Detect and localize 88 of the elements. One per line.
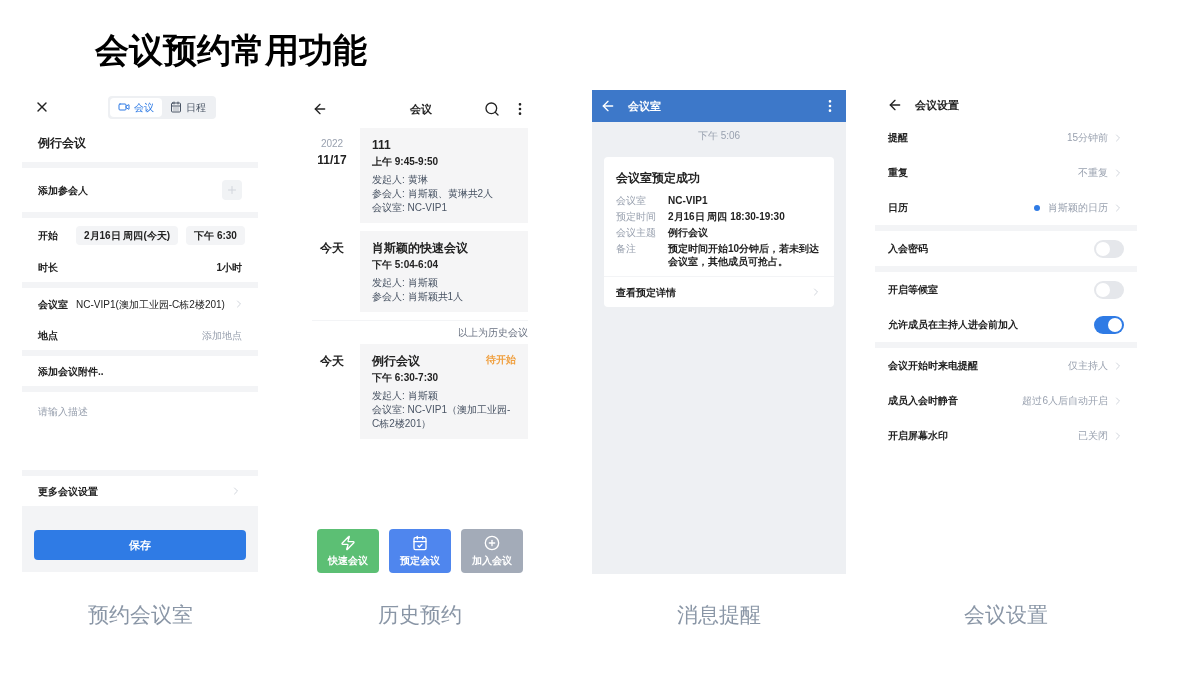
meeting-date: 今天 bbox=[320, 353, 344, 370]
field-value: NC-VIP1 bbox=[668, 194, 708, 207]
back-icon[interactable] bbox=[312, 101, 328, 117]
screen-caption: 消息提醒 bbox=[677, 602, 761, 628]
room-value[interactable]: NC-VIP1(澳加工业园-C栋2楼201) bbox=[76, 296, 225, 312]
setting-label: 提醒 bbox=[888, 131, 908, 145]
meeting-detail: 会议室: NC-VIP1（澳加工业园-C栋2楼201） bbox=[372, 403, 512, 431]
setting-label: 会议开始时来电提醒 bbox=[888, 359, 978, 373]
save-button[interactable]: 保存 bbox=[34, 530, 246, 560]
meeting-time: 下午 5:04-6:04 bbox=[372, 258, 440, 272]
search-icon[interactable] bbox=[484, 101, 500, 117]
setting-value[interactable]: 仅主持人 bbox=[1068, 358, 1108, 373]
setting-value[interactable]: 15分钟前 bbox=[1066, 130, 1108, 145]
meeting-card[interactable]: 111 上午 9:45-9:50 发起人: 黄琳 参会人: 肖斯颖、黄琳共2人 会议室: NC-VIP1 bbox=[360, 128, 528, 223]
meeting-detail: 发起人: 肖斯颖 bbox=[372, 389, 439, 403]
meeting-title: 例行会议 bbox=[372, 353, 420, 370]
add-attachment-link[interactable]: 添加会议附件.. bbox=[38, 363, 104, 379]
setting-label: 日历 bbox=[888, 201, 908, 215]
screen-caption: 预约会议室 bbox=[87, 602, 193, 628]
field-value: 2月16日 周四 18:30-19:30 bbox=[668, 210, 785, 223]
toggle-switch[interactable] bbox=[1094, 315, 1124, 334]
toggle-switch[interactable] bbox=[1094, 239, 1124, 258]
action-button[interactable]: 预定会议 bbox=[389, 529, 451, 573]
duration-value: 1小时 bbox=[216, 260, 242, 275]
message-time: 下午 5:06 bbox=[697, 129, 741, 143]
calendar-icon bbox=[170, 101, 182, 113]
add-participants-label: 添加参会人 bbox=[38, 183, 88, 198]
meeting-card[interactable]: 肖斯颖的快速会议 下午 5:04-6:04 发起人: 肖斯颖 参会人: 肖斯颖共1人 bbox=[360, 231, 528, 312]
start-label: 开始 bbox=[38, 228, 59, 243]
screen-caption: 会议设置 bbox=[964, 602, 1048, 628]
meeting-detail: 参会人: 肖斯颖共1人 bbox=[372, 290, 465, 304]
more-settings-link[interactable]: 更多会议设置 bbox=[38, 483, 98, 499]
meeting-detail: 会议室: NC-VIP1 bbox=[372, 201, 448, 215]
view-details-link[interactable]: 查看预定详情 bbox=[616, 284, 676, 300]
setting-value[interactable]: 已关闭 bbox=[1078, 428, 1108, 443]
location-field[interactable]: 添加地点 bbox=[152, 327, 242, 343]
setting-label: 入会密码 bbox=[888, 242, 928, 256]
date-field[interactable]: 2月16日 周四(今天) bbox=[76, 225, 179, 245]
setting-value[interactable]: 不重复 bbox=[1078, 165, 1108, 180]
page-title: 会议预约常用功能 bbox=[95, 30, 368, 70]
screen-caption: 历史预约 bbox=[378, 602, 462, 628]
action-button[interactable]: 快速会议 bbox=[317, 529, 379, 573]
tab[interactable]: 日程 bbox=[162, 97, 214, 117]
room-label: 会议室 bbox=[38, 297, 68, 312]
meeting-time: 下午 6:30-7:30 bbox=[372, 371, 440, 385]
field-label: 预定时间 bbox=[616, 210, 657, 223]
setting-label: 开启屏幕水印 bbox=[888, 429, 948, 443]
meeting-detail: 发起人: 黄琳 bbox=[372, 173, 429, 187]
setting-label: 允许成员在主持人进会前加入 bbox=[888, 318, 1018, 332]
meeting-subject: 例行会议 bbox=[38, 135, 86, 152]
toggle-switch[interactable] bbox=[1094, 280, 1124, 299]
action-button[interactable]: 加入会议 bbox=[461, 529, 523, 573]
meeting-title: 111 bbox=[372, 137, 391, 154]
setting-label: 重复 bbox=[888, 166, 908, 180]
meeting-detail: 参会人: 肖斯颖、黄琳共2人 bbox=[372, 187, 495, 201]
field-label: 备注 bbox=[616, 242, 637, 256]
card-title: 会议室预定成功 bbox=[616, 170, 701, 187]
setting-label: 成员入会时静音 bbox=[888, 394, 958, 408]
time-field[interactable]: 下午 6:30 bbox=[186, 225, 245, 245]
meeting-time: 上午 9:45-9:50 bbox=[372, 155, 440, 169]
field-value: 预定时间开始10分钟后，若未到达会议室，其他成员可抢占。 bbox=[668, 242, 821, 268]
lightning-icon bbox=[340, 534, 356, 551]
plus-circle-icon bbox=[484, 534, 500, 551]
plus-icon bbox=[226, 184, 238, 196]
meeting-date: 11/17 bbox=[317, 152, 347, 169]
calendar-check-icon bbox=[412, 534, 428, 551]
location-label: 地点 bbox=[38, 328, 58, 343]
field-value: 例行会议 bbox=[668, 226, 708, 239]
description-field[interactable]: 请输入描述 bbox=[22, 392, 258, 470]
meeting-year: 2022 bbox=[320, 137, 344, 151]
video-icon bbox=[118, 101, 130, 113]
setting-label: 开启等候室 bbox=[888, 283, 938, 297]
duration-label: 时长 bbox=[38, 260, 58, 275]
screen-title: 会议 bbox=[410, 101, 432, 117]
meeting-date: 今天 bbox=[320, 240, 344, 257]
status-label: 待开始 bbox=[486, 353, 516, 367]
meeting-detail: 发起人: 肖斯颖 bbox=[372, 276, 439, 290]
setting-value[interactable]: 肖斯颖的日历 bbox=[1048, 200, 1108, 215]
meeting-card[interactable]: 例行会议 待开始 下午 6:30-7:30 发起人: 肖斯颖 会议室: NC-VIP1（澳加工业园-C栋2楼201） bbox=[360, 344, 528, 439]
field-label: 会议主题 bbox=[616, 226, 657, 239]
field-label: 会议室 bbox=[616, 194, 647, 207]
screen-title: 会议室 bbox=[628, 98, 661, 114]
back-icon[interactable] bbox=[887, 97, 903, 113]
screen-title: 会议设置 bbox=[915, 97, 959, 113]
tab[interactable]: 会议 bbox=[110, 97, 162, 117]
history-note: 以上为历史会议 bbox=[458, 326, 528, 340]
setting-value[interactable]: 超过6人后自动开启 bbox=[1022, 393, 1108, 408]
meeting-title: 肖斯颖的快速会议 bbox=[372, 240, 468, 257]
